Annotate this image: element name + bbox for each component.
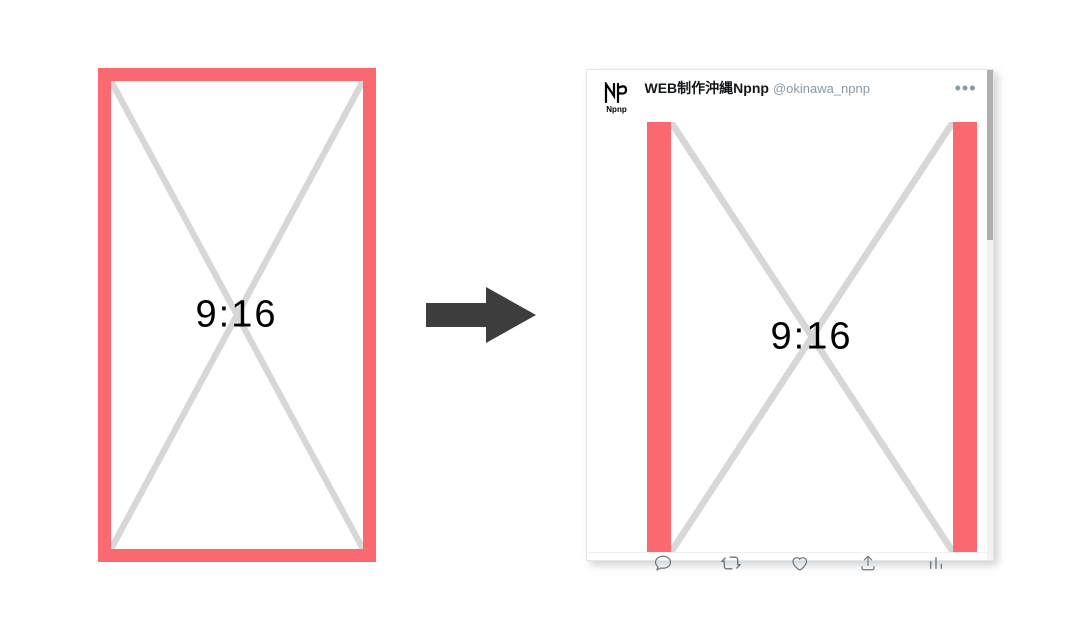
arrow-icon <box>421 287 541 343</box>
handle[interactable]: @okinawa_npnp <box>773 81 870 96</box>
reply-button[interactable] <box>653 553 673 573</box>
scrollbar[interactable] <box>987 70 993 560</box>
avatar[interactable]: Npnp <box>597 78 637 118</box>
scrollbar-thumb[interactable] <box>987 70 993 240</box>
display-name[interactable]: WEB制作沖縄Npnp <box>645 78 769 98</box>
like-button[interactable] <box>789 553 809 573</box>
original-image-frame: 9:16 <box>98 68 376 562</box>
analytics-button[interactable] <box>926 553 946 573</box>
more-icon[interactable]: ••• <box>949 78 983 99</box>
preview-ratio-label: 9:16 <box>771 316 853 359</box>
original-image-inner: 9:16 <box>111 81 363 549</box>
preview-inner: 9:16 <box>671 122 953 552</box>
tweet-body: 9:16 <box>587 122 993 552</box>
tweet-name-row: WEB制作沖縄Npnp @okinawa_npnp <box>645 78 941 98</box>
tweet-actions <box>587 552 993 575</box>
original-ratio-label: 9:16 <box>196 294 278 337</box>
crop-bar-right <box>953 122 977 552</box>
tweet-header: Npnp WEB制作沖縄Npnp @okinawa_npnp ••• <box>587 70 993 122</box>
tweet-card: Npnp WEB制作沖縄Npnp @okinawa_npnp ••• 9:16 <box>586 69 994 561</box>
share-button[interactable] <box>858 553 878 573</box>
crop-bar-left <box>647 122 671 552</box>
retweet-button[interactable] <box>721 553 741 573</box>
avatar-label: Npnp <box>606 105 626 114</box>
tweet-image-preview[interactable]: 9:16 <box>647 122 977 552</box>
